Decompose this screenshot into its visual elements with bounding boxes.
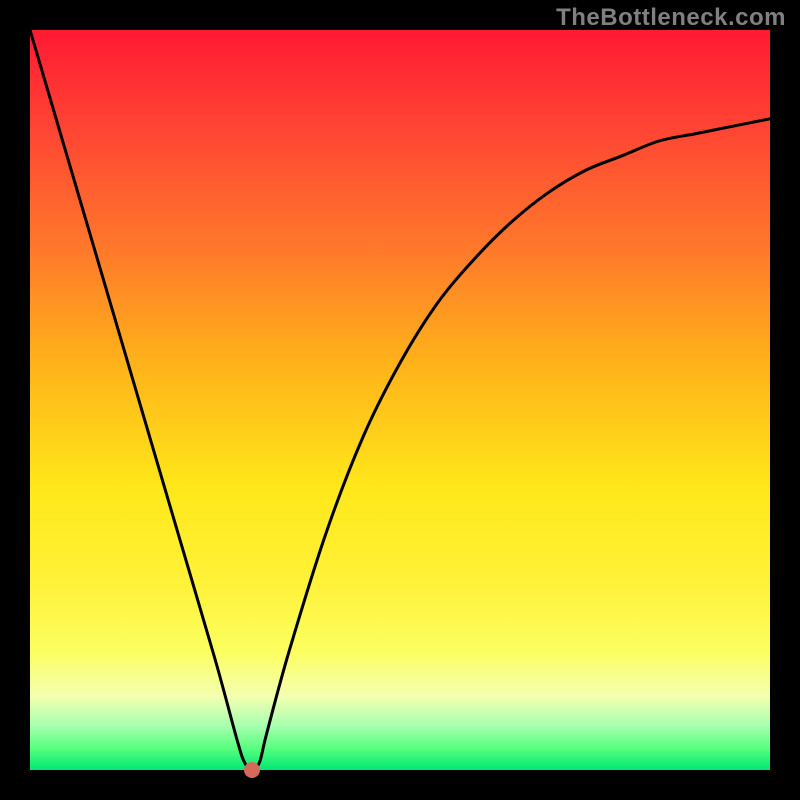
bottleneck-curve	[30, 30, 770, 770]
chart-frame: TheBottleneck.com	[0, 0, 800, 800]
watermark-text: TheBottleneck.com	[556, 4, 786, 32]
plot-area	[30, 30, 770, 770]
optimum-marker	[244, 762, 260, 778]
chart-svg	[30, 30, 770, 770]
